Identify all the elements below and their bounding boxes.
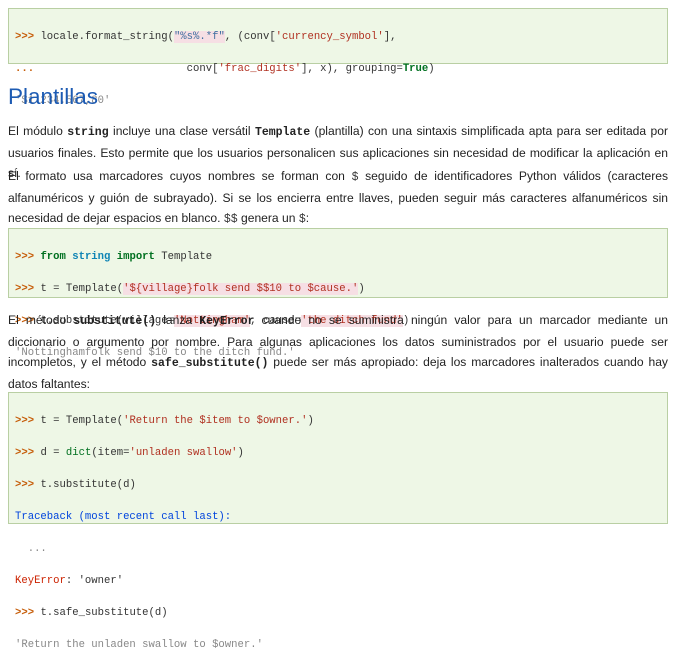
prompt: >>> (15, 415, 41, 427)
code-text: t.substitute(d) (40, 479, 136, 491)
traceback-ellipsis: ... (15, 543, 47, 555)
code-output: '$1.234.567,80' (15, 95, 111, 107)
traceback-line: Traceback (most recent call last): (15, 511, 232, 523)
code-text: t = Template( (40, 283, 124, 295)
code-output: 'Return the unladen swallow to $owner.' (15, 639, 263, 651)
code-text: , (conv[ (224, 31, 276, 43)
prompt: >>> (15, 283, 41, 295)
code-block-locale: >>> locale.format_string("%s%.*f", (conv… (8, 8, 668, 107)
code-text: (item= (91, 447, 130, 459)
code-keyword: import (116, 251, 155, 263)
code-text: ) (358, 283, 365, 295)
para-text: genera un (237, 211, 299, 225)
inline-code: $ (298, 213, 306, 226)
code-text: t = Template( (40, 415, 124, 427)
inline-code: string (67, 126, 109, 139)
para-text: incluye una clase versátil (108, 124, 255, 138)
code-text: ) (307, 415, 314, 427)
code-text: conv[ (186, 63, 219, 75)
code-text: d = (40, 447, 66, 459)
code-string: 'Return the $item to $owner.' (123, 415, 308, 427)
section-heading: Plantillas (8, 84, 99, 109)
continuation-prompt: ... (15, 63, 35, 75)
code-block-safe-substitute: >>> t = Template('Return the $item to $o… (8, 392, 668, 651)
para-text: El método (8, 313, 74, 327)
prompt: >>> (15, 479, 41, 491)
prompt: >>> (15, 251, 41, 263)
prompt: >>> (15, 607, 41, 619)
code-module: string (72, 251, 111, 263)
code-text: : 'owner' (65, 575, 124, 587)
code-string: 'unladen swallow' (129, 447, 238, 459)
inline-code: safe_substitute() (151, 357, 269, 370)
code-text: Template (154, 251, 213, 263)
code-text: ], (383, 31, 397, 43)
code-text: ) (428, 63, 435, 75)
para-text: lanza (156, 313, 200, 327)
para-text: : (305, 211, 310, 225)
code-text: t.safe_substitute(d) (40, 607, 168, 619)
code-text: ) (237, 447, 244, 459)
code-block-template: >>> from string import Template >>> t = … (8, 228, 668, 359)
inline-code: Template (254, 126, 311, 139)
code-string: "%s%.*f" (173, 31, 225, 43)
prompt: >>> (15, 447, 41, 459)
para-text: El formato usa marcadores cuyos nombres … (8, 169, 352, 183)
error-name: KeyError (15, 575, 66, 587)
code-keyword: from (40, 251, 66, 263)
paragraph-format: El formato usa marcadores cuyos nombres … (8, 166, 668, 230)
paragraph-substitute: El método substitute() lanza KeyError cu… (8, 310, 668, 394)
code-builtin: dict (65, 447, 92, 459)
para-text: El módulo (8, 124, 68, 138)
code-string: 'frac_digits' (218, 63, 302, 75)
inline-code: KeyError (199, 315, 255, 328)
code-text: ], x), grouping= (301, 63, 403, 75)
prompt: >>> (15, 31, 41, 43)
inline-code: $$ (223, 213, 238, 226)
code-keyword: True (402, 63, 429, 75)
code-string: 'currency_symbol' (275, 31, 384, 43)
code-string: '${village}folk send $$10 to $cause.' (123, 283, 359, 295)
code-text: locale.format_string( (40, 31, 174, 43)
inline-code: substitute() (73, 315, 157, 328)
